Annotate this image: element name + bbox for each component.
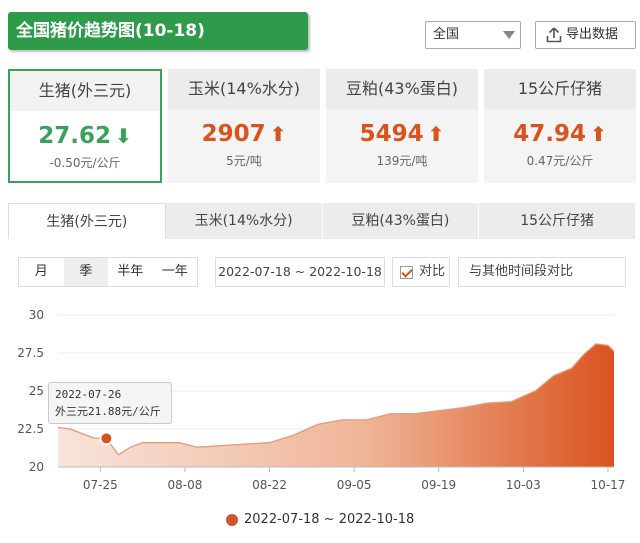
legend-label: 2022-07-18 ~ 2022-10-18 xyxy=(244,512,415,527)
date-range-input[interactable]: 2022-07-18 ~ 2022-10-18 xyxy=(215,257,385,287)
region-select[interactable]: 全国 xyxy=(425,21,521,49)
y-tick-label: 27.5 xyxy=(17,346,44,360)
chart-legend[interactable]: 2022-07-18 ~ 2022-10-18 xyxy=(226,512,414,528)
card-delta: -0.50元/公斤 xyxy=(49,156,121,170)
price-card-corn[interactable]: 玉米(14%水分) 2907 ⬆ 5元/吨 xyxy=(168,69,320,183)
compare-checkbox[interactable] xyxy=(400,266,413,279)
highlight-point[interactable] xyxy=(99,431,114,446)
period-month[interactable]: 月 xyxy=(19,258,64,286)
upload-icon xyxy=(546,27,562,43)
card-price-value: 2907 xyxy=(201,121,266,147)
y-tick-label: 30 xyxy=(29,308,44,322)
x-tick-label: 08-22 xyxy=(252,478,287,492)
tab-corn[interactable]: 玉米(14%水分) xyxy=(165,203,323,239)
card-price: 47.94 ⬆ xyxy=(484,120,636,148)
y-tick-label: 22.5 xyxy=(17,422,44,436)
card-price-value: 5494 xyxy=(359,121,424,147)
arrow-up-icon: ⬆ xyxy=(590,122,607,146)
period-year[interactable]: 一年 xyxy=(153,258,198,286)
x-tick-label: 09-19 xyxy=(421,478,456,492)
period-quarter[interactable]: 季 xyxy=(63,258,108,286)
compare-toggle[interactable]: 对比 xyxy=(392,257,450,287)
chart-tooltip: 2022-07-26 外三元21.88元/公斤 xyxy=(48,382,172,424)
tab-live-hog[interactable]: 生猪(外三元) xyxy=(8,203,166,239)
card-price-value: 47.94 xyxy=(513,121,586,147)
price-card-live-hog[interactable]: 生猪(外三元) 27.62 ⬇ -0.50元/公斤 xyxy=(8,69,162,183)
tooltip-value: 外三元21.88元/公斤 xyxy=(55,405,161,418)
x-tick-label: 08-08 xyxy=(167,478,202,492)
chevron-down-icon xyxy=(503,31,515,39)
card-title: 15公斤仔猪 xyxy=(484,69,636,109)
export-data-button[interactable]: 导出数据 xyxy=(535,21,636,49)
period-half-year[interactable]: 半年 xyxy=(108,258,153,286)
card-price: 27.62 ⬇ xyxy=(10,122,160,150)
card-price: 5494 ⬆ xyxy=(326,120,478,148)
x-tick-label: 10-03 xyxy=(506,478,541,492)
period-selector: 月 季 半年 一年 xyxy=(18,257,198,287)
region-select-value: 全国 xyxy=(433,27,460,42)
x-tick-label: 10-17 xyxy=(591,478,626,492)
card-delta: 5元/吨 xyxy=(226,154,262,168)
y-tick-label: 25 xyxy=(29,384,44,398)
y-tick-label: 20 xyxy=(29,460,44,474)
export-data-label: 导出数据 xyxy=(566,27,619,42)
tab-piglet[interactable]: 15公斤仔猪 xyxy=(479,203,636,239)
card-price-value: 27.62 xyxy=(38,123,111,149)
card-delta: 139元/吨 xyxy=(376,154,428,168)
legend-dot xyxy=(226,514,238,526)
compare-label: 对比 xyxy=(419,264,446,279)
page-title: 全国猪价趋势图(10-18) xyxy=(8,12,308,50)
arrow-up-icon: ⬆ xyxy=(427,122,445,146)
tooltip-date: 2022-07-26 xyxy=(55,388,122,401)
card-title: 生猪(外三元) xyxy=(10,71,160,111)
other-period-compare-button[interactable]: 与其他时间段对比 xyxy=(458,257,626,287)
x-tick-label: 09-05 xyxy=(337,478,372,492)
price-card-soybean-meal[interactable]: 豆粕(43%蛋白) 5494 ⬆ 139元/吨 xyxy=(326,69,478,183)
tab-soybean-meal[interactable]: 豆粕(43%蛋白) xyxy=(322,203,480,239)
price-card-piglet[interactable]: 15公斤仔猪 47.94 ⬆ 0.47元/公斤 xyxy=(484,69,636,183)
card-delta: 0.47元/公斤 xyxy=(526,154,594,168)
x-tick-label: 07-25 xyxy=(83,478,118,492)
card-price: 2907 ⬆ xyxy=(168,120,320,148)
commodity-tabs: 生猪(外三元) 玉米(14%水分) 豆粕(43%蛋白) 15公斤仔猪 xyxy=(8,203,636,239)
card-title: 豆粕(43%蛋白) xyxy=(326,69,478,109)
arrow-up-icon: ⬆ xyxy=(269,122,287,146)
card-title: 玉米(14%水分) xyxy=(168,69,320,109)
arrow-down-icon: ⬇ xyxy=(115,124,132,148)
